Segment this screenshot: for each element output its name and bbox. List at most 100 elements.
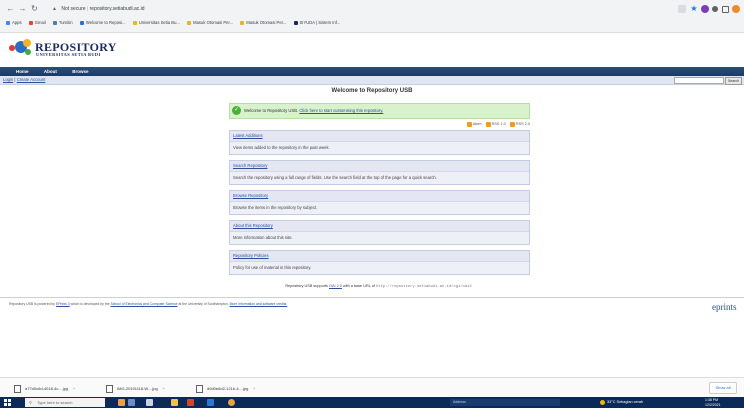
extension-icon[interactable] [701,5,709,13]
image-file-icon [196,384,203,393]
latest-additions-box: Latest Additions View items added to the… [229,130,530,155]
bookmark-item[interactable]: Gmail [28,18,46,28]
site-header: REPOSITORY UNIVERSITAS SETIA BUDI [0,33,744,67]
taskbar-clock[interactable]: 1:38 PM 12/2/2021 [705,398,721,407]
address-row: ← → ↻ ▲ Not secure | repository.setiabud… [0,4,744,16]
url-text: repository.setiabudi.ac.id [89,6,145,12]
oai-url: http://repository.setiabudi.ac.id/cgi/oa… [375,285,472,289]
search-input[interactable] [674,77,724,84]
customise-link[interactable]: Click here to start customising this rep… [299,108,383,113]
address-bar[interactable]: ▲ Not secure | repository.setiabudi.ac.i… [52,4,674,14]
latest-additions-link[interactable]: Latest Additions [233,133,263,138]
check-icon: ✓ [232,106,241,115]
user-bar: Login | Create Account Search [0,76,744,85]
atom-link[interactable]: Atom [473,122,482,126]
logo-subtitle: UNIVERSITAS SETIA BUDI [36,52,101,57]
box-description: Policy for use of material in this repos… [233,265,312,270]
bookmark-item[interactable]: Universitas Setia Bu... [132,18,180,28]
weather-icon [600,399,605,405]
bookmark-item[interactable]: Masuk Otomasi Per... [240,18,286,28]
rss1-link[interactable]: RSS 1.0 [492,122,506,126]
box-description: View items added to the repository in th… [233,145,330,150]
warning-icon: ▲ [52,6,57,12]
office-icon[interactable] [187,399,194,406]
about-repository-box: About this Repository More information a… [229,220,530,245]
eprints-link[interactable]: EPrints 3 [56,302,70,306]
oai-link[interactable]: OAI 2.0 [329,284,342,288]
menu-about[interactable]: About [44,67,57,76]
gmail-icon [28,20,33,25]
search-icon: ⚲ [29,400,32,405]
search-repository-link[interactable]: Search Repository [233,163,267,168]
taskview-icon[interactable] [128,399,135,406]
download-item[interactable]: IMG-20191118-W....jpg ^ [106,384,165,393]
taskbar-address-toolbar[interactable]: Address [450,399,560,406]
taskbar-weather[interactable]: 33°C Sebagian cerah [600,398,643,407]
people-icon[interactable] [118,399,125,406]
sidepanel-icon[interactable] [722,6,729,13]
feed-links: Atom RSS 1.0 RSS 2.0 [430,121,530,127]
taskbar-search[interactable]: ⚲ Type here to search [25,398,105,407]
menu-browse[interactable]: Browse [72,67,88,76]
search-button[interactable]: Search [725,77,742,85]
repository-policies-box: Repository Policies Policy for use of ma… [229,250,530,275]
site-footer: Repository USB is powered by EPrints 3 w… [0,297,744,320]
rss2-link[interactable]: RSS 2.0 [516,122,530,126]
usb-icon [240,20,245,25]
atom-icon [466,121,472,127]
share-icon[interactable] [678,5,686,13]
chevron-up-icon[interactable]: ^ [253,386,255,391]
task-view-icon[interactable] [146,399,153,406]
bookmark-apps[interactable]: Apps [6,18,22,28]
security-label: Not secure [61,6,86,12]
reload-icon[interactable]: ↻ [30,4,39,14]
image-file-icon [106,384,113,393]
bookmark-item[interactable]: SIYUDA | Sistem Inf... [293,18,340,28]
chevron-up-icon[interactable]: ^ [163,386,165,391]
box-description: Browse the items in the repository by su… [233,205,318,210]
school-link[interactable]: School of Electronics and Computer Scien… [110,302,177,306]
separator: | [14,77,16,82]
download-item[interactable]: d9d0e6d2-121b-4....jpg ^ [196,384,255,393]
word-icon[interactable] [207,399,214,406]
box-description: More information about this site. [233,235,293,240]
turnitin-icon [52,20,57,25]
bookmark-item[interactable]: Turnitin [52,18,73,28]
menu-home[interactable]: Home [16,67,29,76]
bookmark-item[interactable]: Welcome to Reposi... [79,18,126,28]
star-icon[interactable]: ★ [690,5,698,13]
image-file-icon [14,384,21,393]
browse-repository-link[interactable]: Browse Repository [233,193,268,198]
back-icon[interactable]: ← [6,4,15,14]
welcome-message: ✓ Welcome to Repository USB. Click here … [229,103,530,119]
windows-start-icon[interactable] [4,399,11,406]
siyuda-icon [293,20,298,25]
eprints-logo[interactable]: eprints [712,302,737,312]
chrome-icon[interactable] [228,399,235,406]
profile-avatar[interactable] [732,5,740,13]
repository-logo[interactable]: REPOSITORY UNIVERSITAS SETIA BUDI [9,37,139,63]
forward-icon[interactable]: → [18,4,27,14]
page-icon [79,20,84,25]
box-description: Search the repository using a full range… [233,175,437,180]
bookmark-item[interactable]: Masuk Otomasi Per... [187,18,233,28]
file-explorer-icon[interactable] [171,399,178,406]
download-item[interactable]: a77d0c6d-4018-4c....jpg ^ [14,384,75,393]
create-account-link[interactable]: Create Account [17,77,46,82]
show-all-button[interactable]: Show all [709,382,737,394]
login-link[interactable]: Login [3,77,13,82]
windows-taskbar: ⚲ Type here to search Address 33°C Sebag… [0,397,744,408]
repository-policies-link[interactable]: Repository Policies [233,253,269,258]
main-menu: Home About Browse [0,67,744,76]
puzzle-icon[interactable] [712,6,718,12]
downloads-bar: a77d0c6d-4018-4c....jpg ^ IMG-20191118-W.… [0,377,744,398]
welcome-text: Welcome to Repository USB. [244,108,299,113]
about-repository-link[interactable]: About this Repository [233,223,273,228]
browse-repository-box: Browse Repository Browse the items in th… [229,190,530,215]
rss-icon [485,121,491,127]
rss-icon [509,121,515,127]
chevron-up-icon[interactable]: ^ [73,386,75,391]
credits-link[interactable]: More information and software credits. [230,302,288,306]
search-repository-box: Search Repository Search the repository … [229,160,530,185]
usb-icon [187,20,192,25]
